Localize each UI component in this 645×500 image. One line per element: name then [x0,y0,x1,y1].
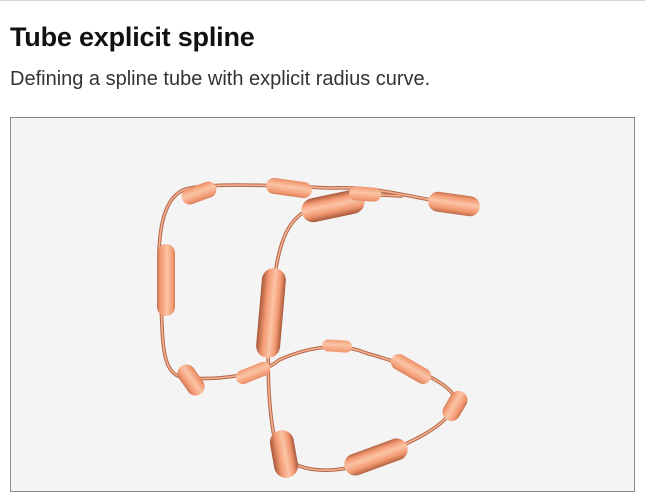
tube-segment-6 [157,244,175,316]
tube-segment-1 [181,181,217,205]
tube-segment-13 [344,438,408,476]
spline-tube-thin-highlight [158,184,467,471]
spline-tube-thin [157,183,468,472]
page-description: Defining a spline tube with explicit rad… [10,68,431,90]
tube-segment-2 [266,177,312,199]
tube-segment-9 [235,361,271,385]
top-divider [0,0,645,1]
3d-viewport[interactable] [10,117,635,492]
tube-segment-14 [269,430,299,478]
tube-segment-4 [349,186,381,202]
tube-scene [157,177,480,478]
tube-segment-11 [390,354,432,384]
tube-segment-10 [322,339,352,353]
tube-segment-5 [428,191,480,217]
tube-segment-7 [256,268,286,358]
page-title: Tube explicit spline [10,22,255,52]
